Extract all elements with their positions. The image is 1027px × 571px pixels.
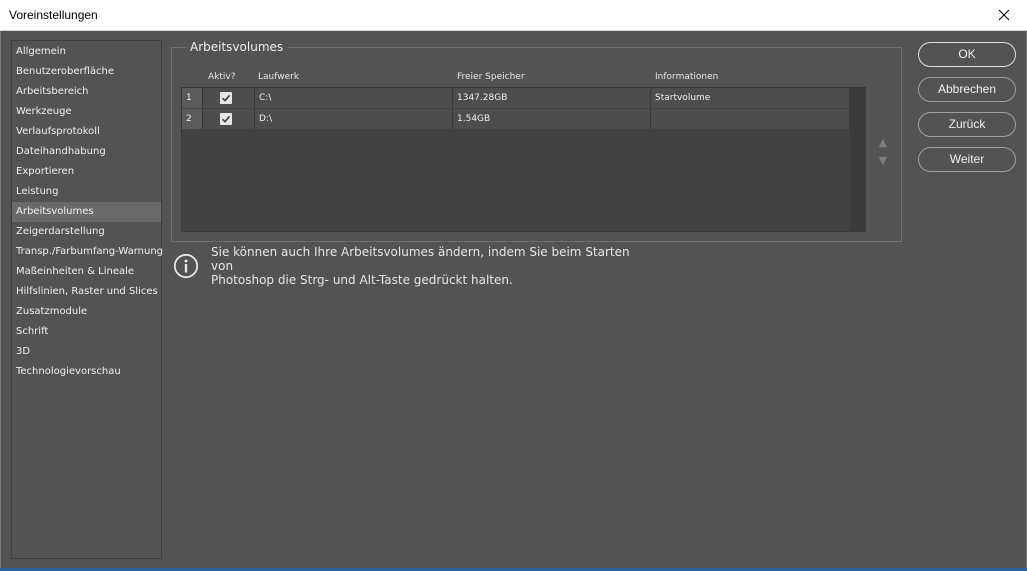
volumes-group-title: Arbeitsvolumes (186, 40, 288, 54)
volumes-table: 1 C:\ 1347.28GB Startvolume 2 D:\ 1.54GB (181, 87, 866, 232)
back-button[interactable]: Zurück (918, 112, 1016, 137)
free-space-cell: 1347.28GB (453, 88, 651, 108)
title-bar: Voreinstellungen (0, 0, 1027, 31)
sidebar-item-exportieren[interactable]: Exportieren (12, 162, 161, 182)
cancel-button[interactable]: Abbrechen (918, 77, 1016, 102)
sidebar-item-benutzeroberflaeche[interactable]: Benutzeroberfläche (12, 62, 161, 82)
column-header-free[interactable]: Freier Speicher (457, 72, 525, 82)
active-checkbox[interactable] (220, 113, 232, 125)
move-down-icon[interactable]: ▼ (876, 152, 890, 170)
active-checkbox[interactable] (220, 92, 232, 104)
column-header-active[interactable]: Aktiv? (208, 72, 236, 82)
table-scrollbar[interactable] (850, 88, 865, 231)
sidebar-item-werkzeuge[interactable]: Werkzeuge (12, 102, 161, 122)
active-cell (203, 88, 255, 108)
sidebar-item-arbeitsbereich[interactable]: Arbeitsbereich (12, 82, 161, 102)
sidebar-item-zeigerdarstellung[interactable]: Zeigerdarstellung (12, 222, 161, 242)
volumes-table-header: Aktiv? Laufwerk Freier Speicher Informat… (181, 70, 866, 87)
active-cell (203, 109, 255, 129)
sidebar-item-arbeitsvolumes[interactable]: Arbeitsvolumes (12, 202, 161, 222)
reorder-controls: ▲ ▼ (876, 134, 890, 170)
hint-text: Sie können auch Ihre Arbeitsvolumes ände… (211, 245, 641, 287)
close-button[interactable] (981, 0, 1027, 30)
preferences-sidebar: Allgemein Benutzeroberfläche Arbeitsbere… (11, 40, 163, 559)
sidebar-item-3d[interactable]: 3D (12, 342, 161, 362)
sidebar-item-schrift[interactable]: Schrift (12, 322, 161, 342)
sidebar-item-allgemein[interactable]: Allgemein (12, 42, 161, 62)
hint-line-1: Sie können auch Ihre Arbeitsvolumes ände… (211, 245, 630, 273)
checkmark-icon (221, 115, 231, 123)
table-row[interactable]: 2 D:\ 1.54GB (182, 109, 850, 130)
close-icon (998, 9, 1010, 21)
sidebar-item-zusatzmodule[interactable]: Zusatzmodule (12, 302, 161, 322)
sidebar-item-hilfslinien[interactable]: Hilfslinien, Raster und Slices (12, 282, 161, 302)
hint-line-2: Photoshop die Strg- und Alt-Taste gedrüc… (211, 273, 513, 287)
move-up-icon[interactable]: ▲ (876, 134, 890, 152)
next-button[interactable]: Weiter (918, 147, 1016, 172)
drive-cell: D:\ (255, 109, 453, 129)
sidebar-item-verlaufsprotokoll[interactable]: Verlaufsprotokoll (12, 122, 161, 142)
column-header-info[interactable]: Informationen (655, 72, 718, 82)
row-number: 2 (182, 109, 203, 129)
info-icon (173, 253, 199, 279)
sidebar-item-technologievorschau[interactable]: Technologievorschau (12, 362, 161, 382)
checkmark-icon (221, 94, 231, 102)
sidebar-item-dateihandhabung[interactable]: Dateihandhabung (12, 142, 161, 162)
row-number: 1 (182, 88, 203, 108)
free-space-cell: 1.54GB (453, 109, 651, 129)
info-cell: Startvolume (651, 88, 850, 108)
sidebar-item-masseinheiten[interactable]: Maßeinheiten & Lineale (12, 262, 161, 282)
sidebar-item-transparenz[interactable]: Transp./Farbumfang-Warnung (12, 242, 163, 262)
info-cell (651, 109, 850, 129)
table-row[interactable]: 1 C:\ 1347.28GB Startvolume (182, 88, 850, 109)
drive-cell: C:\ (255, 88, 453, 108)
sidebar-item-leistung[interactable]: Leistung (12, 182, 161, 202)
ok-button[interactable]: OK (918, 42, 1016, 67)
window-title: Voreinstellungen (9, 8, 98, 22)
column-header-drive[interactable]: Laufwerk (258, 72, 299, 82)
